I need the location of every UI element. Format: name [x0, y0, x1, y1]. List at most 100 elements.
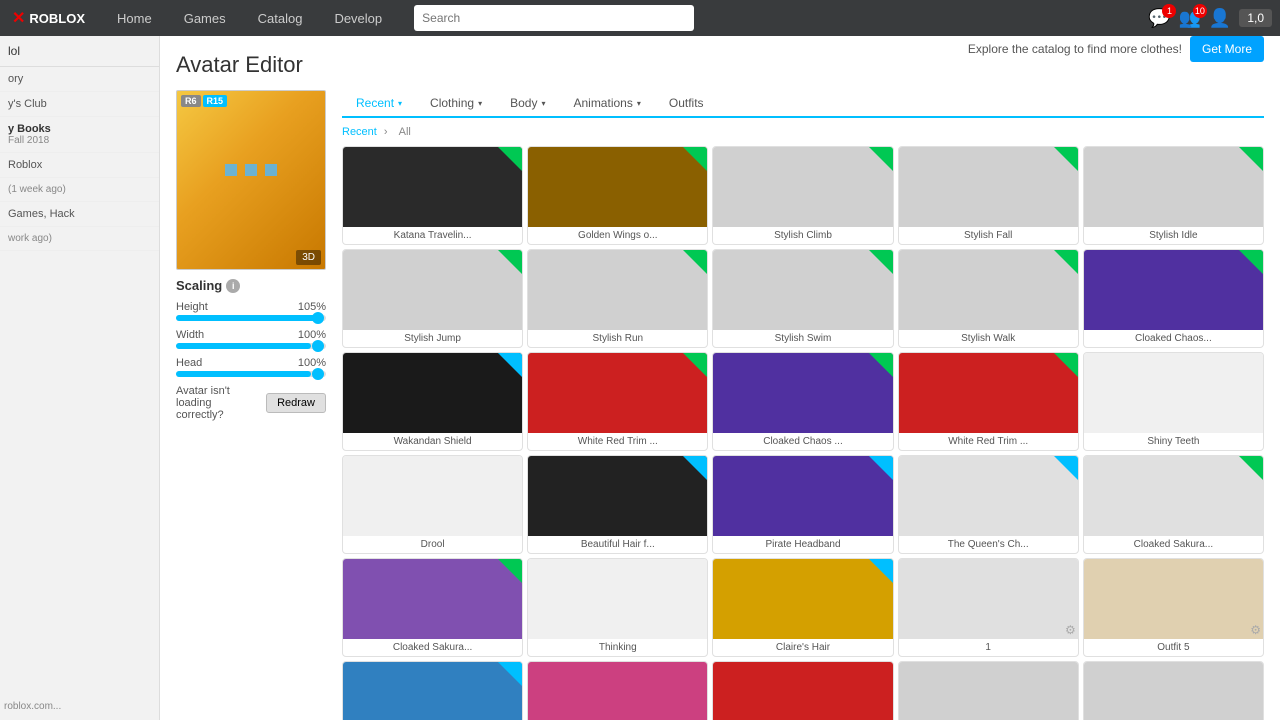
item-settings-icon[interactable]: ⚙ — [1250, 623, 1261, 637]
item-card[interactable]: ⚙Outfit 5 — [1083, 558, 1264, 657]
sidebar-item-club[interactable]: y's Club — [0, 92, 159, 117]
height-scale-row: Height 105% — [176, 301, 326, 321]
item-card[interactable]: XBOX_F Left Arm — [898, 661, 1079, 720]
tab-clothing[interactable]: Clothing ▾ — [416, 90, 496, 116]
tab-recent[interactable]: Recent ▾ — [342, 90, 416, 118]
item-card[interactable]: Stylish Fall — [898, 146, 1079, 245]
item-card[interactable]: Stylish Swim — [712, 249, 893, 348]
item-image — [1084, 456, 1263, 536]
sidebar-feed-work: work ago) — [0, 227, 159, 251]
item-image — [528, 662, 707, 720]
item-card[interactable]: The Queen's Ch... — [898, 455, 1079, 554]
width-scale-row: Width 100% — [176, 329, 326, 349]
item-name: Stylish Swim — [713, 330, 892, 347]
redraw-button[interactable]: Redraw — [266, 393, 326, 413]
head-scale-row: Head 100% — [176, 357, 326, 377]
item-image — [528, 147, 707, 227]
item-name: Stylish Fall — [899, 227, 1078, 244]
item-settings-icon[interactable]: ⚙ — [1065, 623, 1076, 637]
item-card[interactable]: Cloaked Sakura... — [342, 558, 523, 657]
nav-icon-group: 💬 1 👥 10 👤 1,0 — [1148, 8, 1272, 29]
item-card[interactable]: Stylish Idle — [1083, 146, 1264, 245]
head-scale-track[interactable] — [176, 371, 326, 377]
item-card[interactable]: Claire Shirt — [527, 661, 708, 720]
main-layout: lol ory y's Club y Books Fall 2018 Roblo… — [0, 36, 1280, 720]
sidebar-item-roblox[interactable]: Roblox — [0, 153, 159, 178]
item-card[interactable]: Cloaked Sakura... — [1083, 455, 1264, 554]
width-scale-track[interactable] — [176, 343, 326, 349]
friends-badge: 10 — [1193, 4, 1207, 18]
item-image — [343, 353, 522, 433]
nav-catalog[interactable]: Catalog — [242, 0, 319, 36]
item-card[interactable]: Shiny Teeth — [1083, 352, 1264, 451]
scaling-info-icon[interactable]: i — [226, 279, 240, 293]
item-image — [528, 456, 707, 536]
item-image — [713, 662, 892, 720]
head-scale-label: Head 100% — [176, 357, 326, 369]
item-card[interactable]: Pirate Headband — [712, 455, 893, 554]
nav-games[interactable]: Games — [168, 0, 242, 36]
avatar-block-1 — [225, 164, 237, 176]
item-image — [1084, 147, 1263, 227]
item-card[interactable]: Cloaked Chaos... — [1083, 249, 1264, 348]
item-name: Cloaked Sakura... — [1084, 536, 1263, 553]
item-card[interactable]: Stylish Run — [527, 249, 708, 348]
item-card[interactable]: Beautiful Hair f... — [527, 455, 708, 554]
main-content: Explore the catalog to find more clothes… — [160, 36, 1280, 720]
item-badge-blue — [869, 559, 893, 583]
item-card[interactable]: Stylish Climb — [712, 146, 893, 245]
item-card[interactable]: White Red Trim ... — [898, 352, 1079, 451]
breadcrumb-parent[interactable]: Recent — [342, 126, 377, 138]
head-scale-thumb[interactable] — [312, 368, 324, 380]
width-scale-thumb[interactable] — [312, 340, 324, 352]
r15-badge[interactable]: R15 — [203, 95, 228, 107]
footer-url: roblox.com... — [4, 701, 61, 712]
btn-3d[interactable]: 3D — [296, 250, 321, 265]
breadcrumb-current: All — [399, 126, 411, 138]
item-image — [899, 353, 1078, 433]
nav-home[interactable]: Home — [101, 0, 168, 36]
profile-icon-btn[interactable]: 👤 — [1209, 8, 1231, 29]
tab-clothing-arrow: ▾ — [478, 99, 482, 108]
r6-badge[interactable]: R6 — [181, 95, 201, 107]
item-card[interactable]: Cloaked Chaos ... — [712, 352, 893, 451]
get-more-button[interactable]: Get More — [1190, 36, 1264, 62]
height-scale-track[interactable] — [176, 315, 326, 321]
tab-outfits[interactable]: Outfits — [655, 90, 718, 116]
tab-animations[interactable]: Animations ▾ — [559, 90, 654, 116]
friends-icon-btn[interactable]: 👥 10 — [1178, 8, 1200, 29]
item-image — [1084, 353, 1263, 433]
item-card[interactable]: Stylish Jump — [342, 249, 523, 348]
logo[interactable]: ✕ ROBLOX — [8, 8, 85, 28]
search-input[interactable] — [414, 5, 694, 31]
nav-develop[interactable]: Develop — [318, 0, 398, 36]
item-card[interactable]: Atlantean Pauld... — [342, 661, 523, 720]
item-card[interactable]: Thinking — [527, 558, 708, 657]
item-card[interactable]: Stylish Walk — [898, 249, 1079, 348]
item-badge-green — [1239, 250, 1263, 274]
item-card[interactable]: XBOX_F Right A... — [1083, 661, 1264, 720]
item-card[interactable]: Katana Travelin... — [342, 146, 523, 245]
item-card[interactable]: Golden Wings o... — [527, 146, 708, 245]
items-grid-scroll[interactable]: Katana Travelin...Golden Wings o...Styli… — [342, 146, 1264, 720]
item-card[interactable]: Claire's Hair — [712, 558, 893, 657]
height-scale-thumb[interactable] — [312, 312, 324, 324]
item-card[interactable]: ⚙1 — [898, 558, 1079, 657]
chat-icon-btn[interactable]: 💬 1 — [1148, 8, 1170, 29]
tab-body[interactable]: Body ▾ — [496, 90, 559, 116]
width-scale-label: Width 100% — [176, 329, 326, 341]
item-name: Wakandan Shield — [343, 433, 522, 450]
item-card[interactable]: Drool — [342, 455, 523, 554]
item-image — [528, 250, 707, 330]
item-card[interactable]: White Red Trim ... — [527, 352, 708, 451]
item-badge-green — [1239, 147, 1263, 171]
item-card[interactable]: Claire Pants — [712, 661, 893, 720]
item-name: Drool — [343, 536, 522, 553]
item-name: Claire's Hair — [713, 639, 892, 656]
item-image — [343, 559, 522, 639]
item-name: Thinking — [528, 639, 707, 656]
avatar-block-3 — [265, 164, 277, 176]
sidebar-item-ory[interactable]: ory — [0, 67, 159, 92]
sidebar-item-games[interactable]: Games, Hack — [0, 202, 159, 227]
item-card[interactable]: Wakandan Shield — [342, 352, 523, 451]
